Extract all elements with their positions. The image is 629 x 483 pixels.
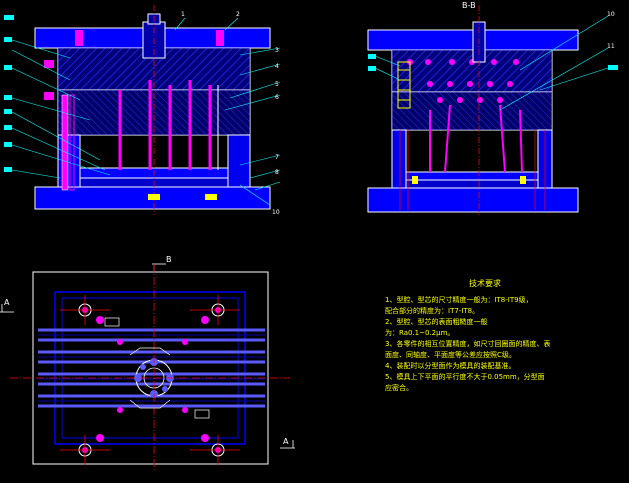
notes-line: 应密合。 xyxy=(385,384,413,392)
balloon-label: 8 xyxy=(275,169,279,176)
notes-line: 为：Ra0.1~0.2μm。 xyxy=(385,329,455,337)
side-section-view: B-B 10 11 xyxy=(367,1,618,215)
cad-drawing: 1 2 3 4 5 6 7 8 10 B-B 10 11 A A B xyxy=(0,1,618,470)
notes-line: 3、各零件的相互位置精度，如尺寸回圈面的精度、表 xyxy=(385,340,551,348)
balloon-label: 11 xyxy=(607,43,615,50)
front-section-view: 1 2 3 4 5 6 7 8 10 xyxy=(4,5,281,216)
notes-line: 面度、同轴度、平面度等公差应按照C级。 xyxy=(385,351,516,359)
balloon-label: 6 xyxy=(275,94,279,101)
notes-title: 技术要求 xyxy=(469,279,501,288)
balloon-label: 10 xyxy=(272,209,280,216)
section-mark-b: B xyxy=(166,255,172,264)
balloon-label: 3 xyxy=(275,47,279,54)
section-mark-a-right: A xyxy=(283,437,289,446)
balloon-label: 4 xyxy=(275,63,279,70)
balloon-label: 7 xyxy=(275,154,279,161)
plan-view: A A B xyxy=(0,255,295,470)
notes-line: 1、型腔、型芯的尺寸精度一般为：IT8-IT9级， xyxy=(385,296,533,304)
technical-requirements: 技术要求 1、型腔、型芯的尺寸精度一般为：IT8-IT9级， 配合部分的精度为：… xyxy=(385,278,625,394)
balloon-label: 2 xyxy=(236,11,240,18)
notes-line: 2、型腔、型芯的表面粗糙度一般 xyxy=(385,318,488,326)
section-mark-a-left: A xyxy=(4,298,10,307)
notes-line: 配合部分的精度为：IT7-IT8。 xyxy=(385,307,480,315)
section-title: B-B xyxy=(462,1,476,10)
balloon-label: 1 xyxy=(181,11,185,18)
balloon-label: 5 xyxy=(275,81,279,88)
balloon-label: 10 xyxy=(607,11,615,18)
notes-line: 4、装配时以分型面作为模具的装配基准。 xyxy=(385,362,516,370)
notes-line: 5、模具上下平面的平行度不大于0.05mm，分型面 xyxy=(385,373,545,381)
